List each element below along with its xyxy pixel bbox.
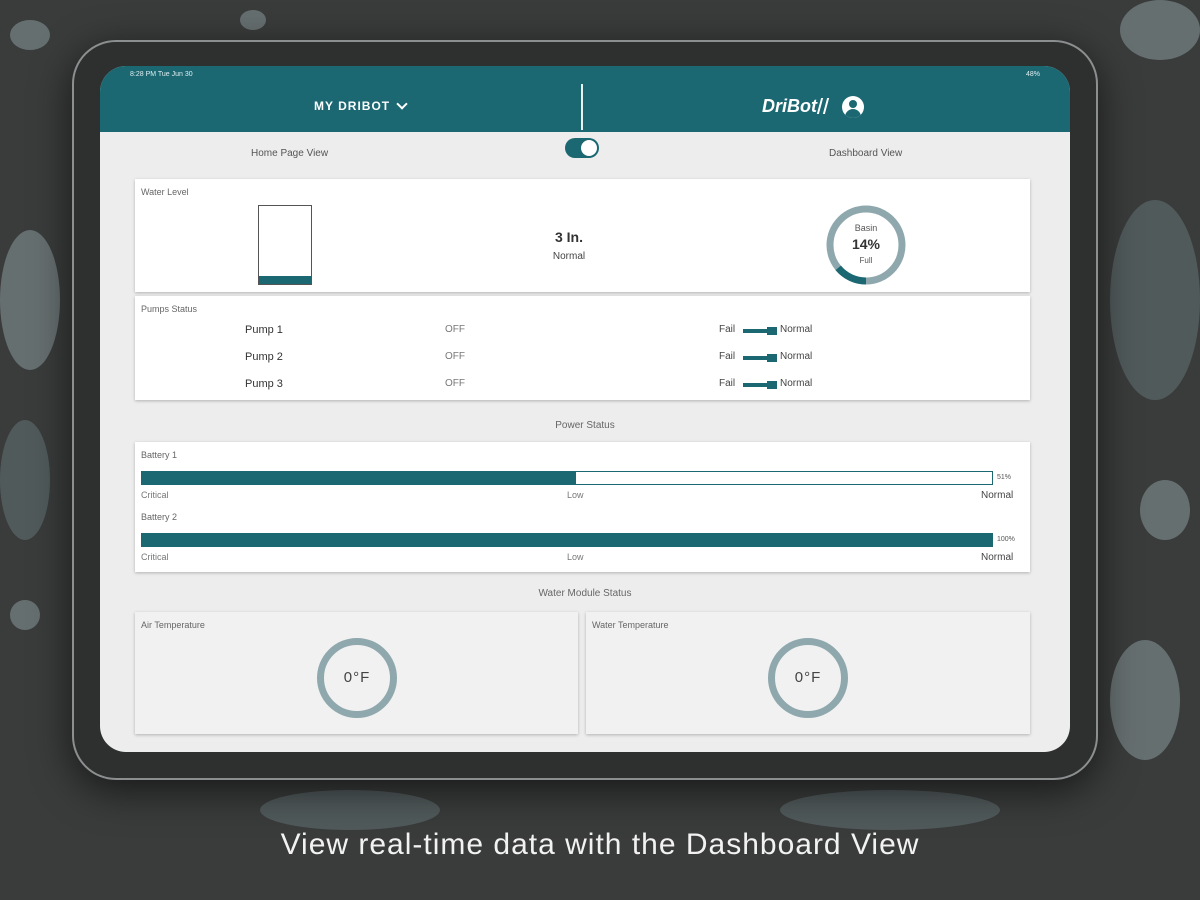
scale-critical: Critical xyxy=(141,490,169,500)
user-account-icon[interactable] xyxy=(842,96,864,118)
device-select-label: MY DRIBOT xyxy=(314,99,391,113)
app-header: 8:28 PM Tue Jun 30 48% MY DRIBOT DriBot xyxy=(100,66,1070,132)
basin-label: Basin xyxy=(854,223,878,233)
pump-name: Pump 2 xyxy=(245,351,283,363)
promo-caption: View real-time data with the Dashboard V… xyxy=(280,828,920,861)
battery-1-bar xyxy=(141,471,993,485)
brand-name: DriBot xyxy=(762,96,817,116)
brand-mark-icon xyxy=(816,98,830,114)
battery-1-percent: 51% xyxy=(997,474,1012,481)
pump-fail-label: Fail xyxy=(719,351,736,362)
pump-normal-label: Normal xyxy=(780,378,813,389)
water-level-status: Normal xyxy=(552,251,586,262)
battery-2-fill xyxy=(142,534,992,546)
pump-3-switch[interactable] xyxy=(743,381,777,389)
pump-name: Pump 3 xyxy=(245,378,283,390)
pump-2-switch[interactable] xyxy=(743,354,777,362)
status-battery: 48% xyxy=(1025,71,1040,78)
home-page-view-label: Home Page View xyxy=(251,148,329,159)
battery-2-bar xyxy=(141,533,993,547)
scale-normal: Normal xyxy=(981,552,1014,563)
dashboard-view-label: Dashboard View xyxy=(829,148,903,159)
scale-critical: Critical xyxy=(141,552,169,562)
battery-2-percent: 100% xyxy=(997,536,1015,543)
water-level-card: Water Level 3 In. Normal Basin 14% Full xyxy=(135,179,1030,292)
water-tank-fill xyxy=(259,276,311,284)
power-status-card: Battery 1 51% Critical Low Normal Batter… xyxy=(135,442,1030,572)
pump-state: OFF xyxy=(445,378,465,389)
pump-name: Pump 1 xyxy=(245,324,283,336)
water-level-title: Water Level xyxy=(141,187,189,197)
pump-fail-label: Fail xyxy=(719,378,736,389)
pump-normal-label: Normal xyxy=(780,351,813,362)
view-toggle-switch[interactable] xyxy=(565,138,599,158)
battery-1-label: Battery 1 xyxy=(141,450,178,460)
pump-1-switch[interactable] xyxy=(743,327,777,335)
basin-percent: 14% xyxy=(851,236,881,252)
pump-row: Pump 1 OFF Fail Normal xyxy=(135,324,1030,344)
battery-1-fill xyxy=(142,472,576,484)
scale-low: Low xyxy=(567,490,584,500)
app-screen: 8:28 PM Tue Jun 30 48% MY DRIBOT DriBot … xyxy=(100,66,1070,752)
water-module-status-title: Water Module Status xyxy=(538,588,632,599)
air-temperature-card: Air Temperature 0°F xyxy=(135,612,578,734)
pump-fail-label: Fail xyxy=(719,324,736,335)
pump-state: OFF xyxy=(445,324,465,335)
scale-normal: Normal xyxy=(981,490,1014,501)
water-level-value: 3 In. xyxy=(554,229,583,245)
water-tank-gauge xyxy=(258,205,312,285)
pump-row: Pump 3 OFF Fail Normal xyxy=(135,378,1030,398)
status-time: 8:28 PM Tue Jun 30 xyxy=(130,71,193,78)
water-temperature-value: 0°F xyxy=(794,669,822,686)
scale-low: Low xyxy=(567,552,584,562)
water-temperature-card: Water Temperature 0°F xyxy=(586,612,1030,734)
header-divider xyxy=(581,84,583,130)
basin-full-label: Full xyxy=(859,256,873,265)
pump-state: OFF xyxy=(445,351,465,362)
brand-logo: DriBot xyxy=(762,96,830,117)
water-temperature-label: Water Temperature xyxy=(592,620,669,630)
air-temperature-value: 0°F xyxy=(343,669,371,686)
chevron-down-icon xyxy=(396,98,408,110)
pump-normal-label: Normal xyxy=(780,324,813,335)
power-status-title: Power Status xyxy=(555,420,615,431)
battery-2-label: Battery 2 xyxy=(141,512,178,522)
air-temperature-label: Air Temperature xyxy=(141,620,205,630)
pump-row: Pump 2 OFF Fail Normal xyxy=(135,351,1030,371)
device-select-dropdown[interactable]: MY DRIBOT xyxy=(314,98,408,113)
pumps-status-card: Pumps Status Pump 1 OFF Fail Normal Pump… xyxy=(135,296,1030,400)
pumps-status-title: Pumps Status xyxy=(141,304,198,314)
